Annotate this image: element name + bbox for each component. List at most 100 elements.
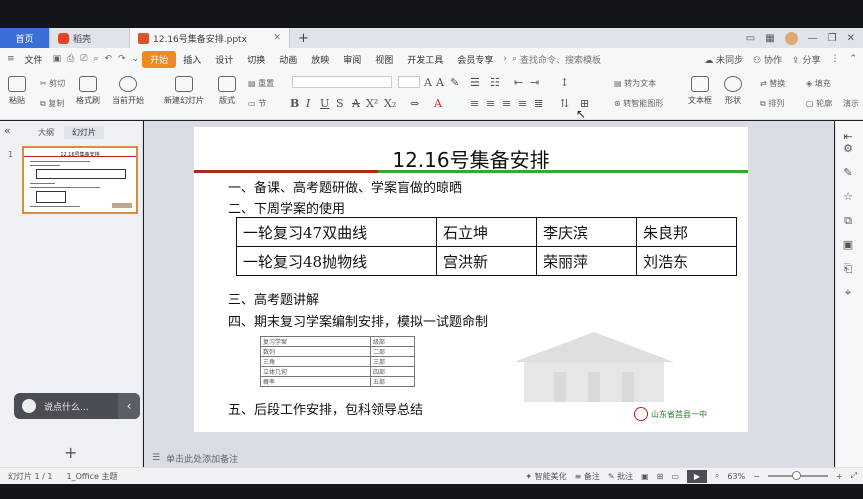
menu-developer[interactable]: 开发工具 — [400, 53, 450, 66]
increase-indent-icon[interactable]: ⇥ — [530, 76, 539, 89]
export-icon[interactable]: ⎙ — [64, 54, 77, 64]
arrange-button[interactable]: ⧉ 排列 — [760, 98, 784, 109]
save-icon[interactable]: ▣ — [50, 54, 65, 64]
zoom-out-icon[interactable]: − — [753, 472, 760, 481]
char-spacing-icon[interactable]: ⇔ — [410, 97, 419, 110]
align-right-icon[interactable]: ≡ — [502, 97, 511, 110]
menu-transition[interactable]: 切换 — [240, 53, 272, 66]
add-slide-button[interactable]: + — [64, 443, 77, 462]
review-plan-table[interactable]: 复习学案 级部 数列 二部 三角 三部 立体几何 四部 概率 五部 — [260, 336, 415, 387]
paste-button[interactable]: 粘贴 — [8, 76, 26, 106]
customize-toolbar-icon[interactable]: ⌄ — [129, 54, 143, 64]
collapse-panel-icon[interactable]: « — [4, 124, 11, 137]
zoom-in-out-icon[interactable]: ⌕ — [715, 471, 719, 481]
italic-icon[interactable]: I — [306, 97, 310, 110]
line-spacing-icon[interactable]: ↕ — [560, 76, 569, 89]
font-size-select[interactable] — [398, 76, 420, 88]
smart-art-button[interactable]: ⊛ 转智能图形 — [614, 98, 663, 109]
zoom-slider-knob[interactable] — [791, 471, 801, 480]
emoji-icon[interactable] — [22, 399, 36, 413]
menu-file[interactable]: 文件 — [18, 53, 50, 66]
tab-home[interactable]: 首页 — [0, 28, 50, 48]
align-left-icon[interactable]: ≡ — [470, 97, 479, 110]
justify-icon[interactable]: ≡ — [518, 97, 527, 110]
reset-button[interactable]: ▤ 重置 — [248, 78, 274, 89]
decrease-font-icon[interactable]: A — [436, 76, 444, 89]
menu-view[interactable]: 视图 — [368, 53, 400, 66]
textbox-button[interactable]: 文本框 — [688, 76, 712, 106]
sidebar-collapse-icon[interactable]: ⇤ — [841, 130, 855, 143]
fit-window-icon[interactable]: ⤢ — [851, 471, 857, 481]
collaborate-button[interactable]: ⚇ 协作 — [753, 53, 782, 66]
maximize-icon[interactable]: ❐ — [828, 33, 837, 44]
sidebar-animation-icon[interactable]: ☆ — [841, 190, 855, 203]
menu-review[interactable]: 审阅 — [336, 53, 368, 66]
superscript-icon[interactable]: X² — [366, 97, 378, 110]
new-tab-button[interactable]: + — [290, 28, 317, 48]
tab-outline[interactable]: 大纲 — [30, 126, 62, 139]
shape-button[interactable]: 形状 — [724, 76, 742, 106]
slideshow-play-button[interactable]: ▶ — [686, 469, 707, 483]
grid-view-icon[interactable]: ▦ — [765, 33, 774, 44]
slide-item-1[interactable]: 一、备课、高考题研做、学案盲做的晾晒 — [228, 177, 462, 196]
zoom-slider[interactable] — [767, 471, 828, 480]
layout-toggle-icon[interactable]: ▭ — [746, 33, 755, 44]
chevron-left-icon[interactable]: ‹ — [118, 393, 140, 419]
sidebar-backup-icon[interactable]: ⎗ — [841, 262, 855, 275]
increase-font-icon[interactable]: A — [424, 76, 432, 89]
menu-member[interactable]: 会员专享 — [450, 53, 500, 66]
format-painter-button[interactable]: 格式刷 — [76, 76, 100, 106]
sorter-view-icon[interactable]: ⊞ — [657, 472, 664, 481]
menu-design[interactable]: 设计 — [208, 53, 240, 66]
text-direction-icon[interactable]: ⇅ — [560, 97, 569, 110]
sidebar-properties-icon[interactable]: ⚙ — [841, 142, 855, 155]
reading-view-icon[interactable]: ▭ — [671, 472, 679, 481]
close-window-icon[interactable]: ✕ — [847, 33, 855, 44]
tab-document[interactable]: 12.16号集备安排.pptx ✕ — [130, 28, 290, 48]
sidebar-design-icon[interactable]: ✎ — [841, 166, 855, 179]
sidebar-location-icon[interactable]: ⌖ — [841, 286, 855, 299]
align-center-icon[interactable]: ≡ — [486, 97, 495, 110]
menu-animation[interactable]: 动画 — [272, 53, 304, 66]
font-color-icon[interactable]: A — [434, 97, 442, 110]
font-family-select[interactable] — [292, 76, 392, 88]
chat-input-button[interactable]: 说点什么... ‹ — [14, 393, 140, 419]
distribute-icon[interactable]: ≣ — [534, 97, 543, 110]
sidebar-image-icon[interactable]: ▣ — [841, 238, 855, 251]
assignment-table[interactable]: 一轮复习47双曲线 石立坤 李庆滨 朱良邦 一轮复习48抛物线 宫洪新 荣丽萍 … — [236, 217, 737, 276]
slide-thumbnail[interactable]: 12.16号集备安排 — [22, 146, 138, 214]
slide-item-3[interactable]: 三、高考题讲解 — [228, 289, 319, 308]
strikethrough-icon[interactable]: A — [352, 97, 360, 110]
decrease-indent-icon[interactable]: ⇤ — [514, 76, 523, 89]
tab-docer[interactable]: 稻壳 — [50, 28, 130, 48]
slide-item-2[interactable]: 二、下周学案的使用 — [228, 198, 345, 217]
text-shadow-icon[interactable]: S — [336, 97, 344, 110]
undo-icon[interactable]: ↶ — [102, 54, 116, 64]
share-button[interactable]: ⇪ 分享 — [792, 53, 820, 66]
user-avatar[interactable] — [784, 31, 798, 45]
redo-icon[interactable]: ↷ — [115, 54, 129, 64]
present-button[interactable]: 演示 — [843, 98, 859, 109]
menu-start[interactable]: 开始 — [142, 50, 177, 68]
numbering-icon[interactable]: ☷ — [490, 76, 500, 89]
slide-title[interactable]: 12.16号集备安排 — [194, 144, 748, 173]
command-search[interactable]: ⌕ 查找命令、搜索模板 — [512, 53, 601, 66]
menu-insert[interactable]: 插入 — [176, 53, 208, 66]
new-slide-button[interactable]: 新建幻灯片 — [164, 76, 204, 106]
slide-item-4[interactable]: 四、期末复习学案编制安排，模拟一试题命制 — [228, 311, 488, 330]
notes-pane[interactable]: ☰ 单击此处添加备注 — [144, 449, 834, 467]
hamburger-menu-icon[interactable]: ≡ — [4, 54, 18, 64]
subscript-icon[interactable]: X₂ — [384, 97, 396, 110]
tab-slides[interactable]: 幻灯片 — [64, 126, 104, 139]
fill-button[interactable]: ◈ 填充 — [806, 78, 831, 89]
print-icon[interactable]: ⎚ — [77, 54, 90, 64]
outline-button[interactable]: ▢ 轮廓 — [806, 98, 832, 109]
replace-button[interactable]: ⇄ 替换 — [760, 78, 785, 89]
more-menu-icon[interactable]: › — [500, 54, 510, 64]
cut-button[interactable]: ✂ 剪切 — [40, 78, 65, 89]
close-tab-icon[interactable]: ✕ — [273, 33, 281, 43]
minimize-icon[interactable]: — — [808, 33, 818, 44]
normal-view-icon[interactable]: ▣ — [641, 472, 649, 481]
menu-slideshow[interactable]: 放映 — [304, 53, 336, 66]
slide-item-5[interactable]: 五、后段工作安排，包科领导总结 — [228, 399, 423, 418]
